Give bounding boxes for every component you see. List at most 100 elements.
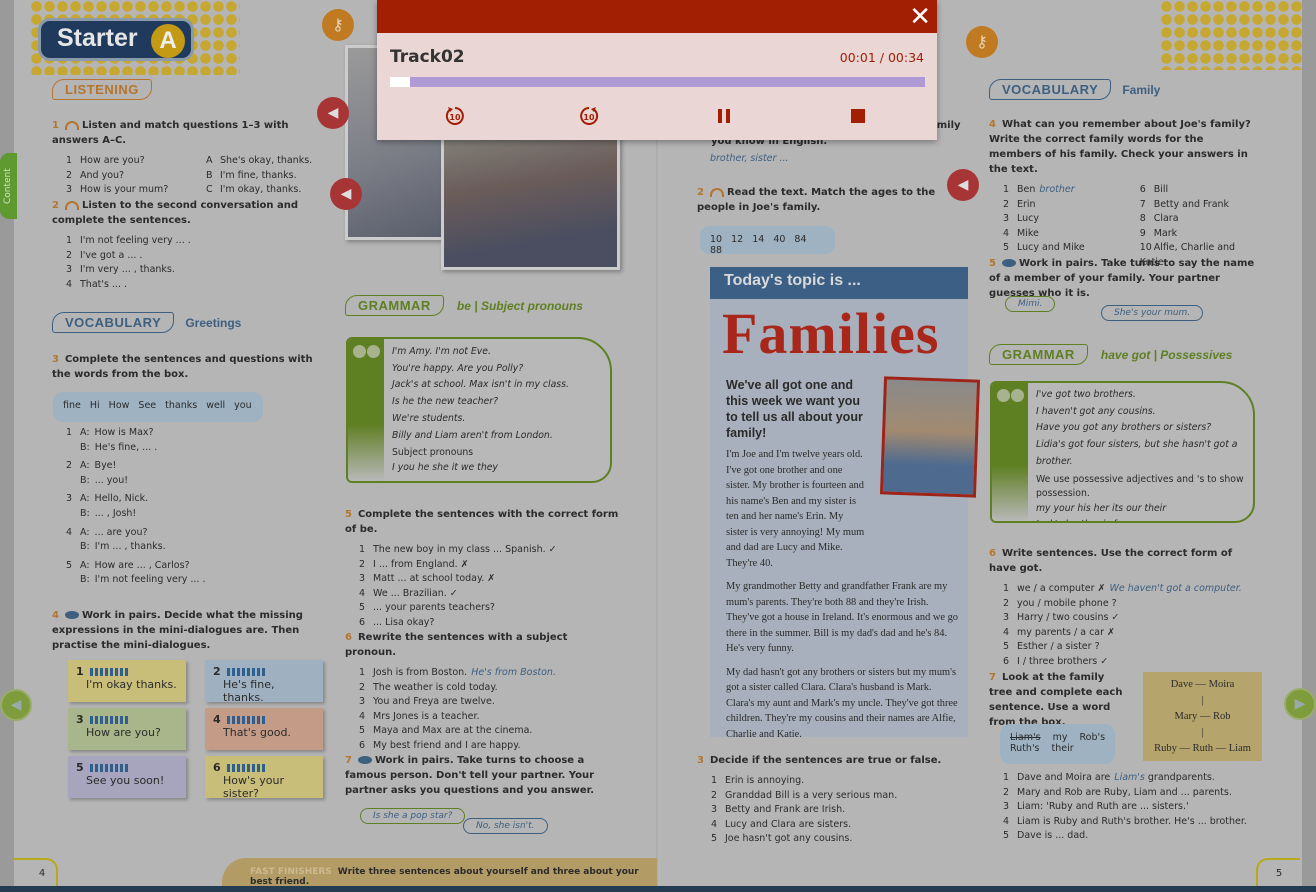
exercise-number: 3 [697,755,704,766]
speaker-label: A: [80,559,90,571]
section-topic: be | Subject pronouns [456,299,583,313]
list-item: 5 ... your parents teachers? [345,601,620,616]
rewind-10-icon[interactable]: 10 [444,105,466,127]
dialogue: 1 A: How is Max? B: He's fine, ... . [52,426,317,455]
stop-icon[interactable] [847,105,869,127]
item-number: 3 [1003,612,1010,624]
answer-key-icon[interactable]: ⚷ [322,9,354,41]
item-text: my parents / a car [1017,626,1105,638]
dialogue-text: He's fine, ... . [94,441,158,453]
list-item: 3 How is your mum? [52,183,192,198]
check-mark: ✗ [487,573,496,585]
list-item: 6 Bill [1126,183,1259,198]
item-text: And you? [80,169,125,181]
speaker-label: B: [80,474,90,486]
play-audio-speaker-icon[interactable]: ◀ [947,169,979,201]
item-text: Lucy [1017,213,1039,225]
speaker-label: B: [80,574,90,586]
item-text: Joe hasn't got any cousins. [725,833,853,845]
item-number: 3 [359,573,366,585]
answer-example: He's from Boston. [471,667,556,678]
exercise: 4 Work in pairs. Decide what the missing … [52,608,324,659]
photo-joe [879,376,981,498]
exercise-title: Listen to the second conversation and co… [52,200,299,226]
answer-example: We haven't got a computer. [1109,583,1242,594]
grammar-example: I'm Amy. I'm not Eve. [392,346,491,357]
item-text: you / mobile phone ? [1017,597,1117,609]
card-number: 2 [213,665,221,678]
item-number: 5 [1003,830,1010,842]
fast-finishers-bar: FAST FINISHERS Write three sentences abou… [222,858,657,888]
dialogue: 2 A: Bye! B: ... you! [52,459,317,488]
speech-bubble: Mimi. [1005,296,1056,312]
card-text: That's good. [223,726,291,739]
grammar-example: Is he the new teacher? [392,396,499,408]
content-tab[interactable]: Content [0,153,17,219]
pause-icon[interactable] [713,105,735,127]
item-text: Josh is from Boston. [373,667,468,678]
card-text: He's fine, thanks. [223,678,275,704]
speech-bubble: She's your mum. [1101,305,1204,321]
answer-example: brother [1039,184,1075,195]
answer-example: Liam's [1114,772,1145,783]
grammar-example: I've got two brothers. [1036,389,1136,400]
exercise-number: 2 [52,200,59,211]
previous-page-button[interactable]: ◀ [0,689,32,721]
exercise-title: Look at the family tree and complete eac… [989,672,1123,728]
item-number: 2 [1003,597,1010,609]
exercise-instruction: 2 Read the text. Match the ages to the pe… [697,185,947,215]
audio-player-header: ✕ [377,0,937,33]
list-item: 4 Mike [989,227,1126,242]
item-text: Liam: 'Ruby and Ruth are ... sisters.' [1017,801,1189,813]
item-number: 4 [1003,227,1010,239]
dialogue-line-a: 2 A: Bye! [52,459,317,474]
answer-key-icon[interactable]: ⚷ [966,26,998,58]
dialogue-line-b: B: I'm not feeling very ... . [52,573,317,588]
article-title: Families [722,301,940,366]
tree-row: Dave — Moira [1170,679,1235,690]
next-page-button[interactable]: ▶ [1284,688,1316,720]
speaker-label: B: [80,441,90,453]
speaker-label: A: [80,427,90,438]
close-icon[interactable]: ✕ [909,2,931,32]
item-text: Dave is ... dad. [1017,830,1089,842]
exercise: 6 Write sentences. Use the correct form o… [989,546,1259,670]
dialogue-text: ... , Josh! [94,507,137,519]
list-item: 2 I've got a ... . [52,249,327,264]
speaker-label: B: [80,541,90,553]
dialogue: 4 A: ... are you? B: I'm ... , thanks. [52,526,317,555]
list-item: 3 Matt ... at school today. ✗ [345,572,620,587]
play-audio-speaker-icon[interactable]: ◀ [317,97,349,129]
section-label: VOCABULARY [989,79,1112,100]
item-number: B [206,169,213,181]
grammar-pronouns: my your his her its our their [1036,502,1167,514]
check-mark: ✓ [1100,655,1109,667]
exercise-number: 4 [989,119,996,130]
word-box: Liam's my Rob's Ruth's their [1000,724,1115,764]
item-text: My best friend and I are happy. [373,739,521,751]
grammar-example: Lidia's got four sisters, but she hasn't… [1036,439,1238,467]
item-number: 1 [66,427,73,438]
speech-bubble: No, she isn't. [463,818,548,834]
list-item: 3 You and Freya are twelve. [345,695,620,710]
list-item: 2 Granddad Bill is a very serious man. [697,789,957,804]
exercise: 7 Work in pairs. Take turns to choose a f… [345,753,620,804]
card-number: 6 [213,761,221,774]
mini-dialogue-card: 4 That's good. [205,708,323,750]
exercise-number: 7 [345,755,352,766]
list-item: 3 I'm very ... , thanks. [52,263,327,278]
grammar-pronouns: I you he she it we they [392,462,498,474]
scribble-hidden-text [89,716,130,724]
item-text: The weather is cold today. [373,681,498,693]
family-tree: Dave — Moira | Mary — Rob | Ruby — Ruth — Li… [1143,672,1262,761]
play-audio-speaker-icon[interactable]: ◀ [330,178,362,210]
item-number: 7 [1139,198,1146,210]
forward-10-icon[interactable]: 10 [578,105,600,127]
list-item: C I'm okay, thanks. [192,183,312,198]
exercise: 3 Complete the sentences and questions wi… [52,352,317,592]
list-item: 6 My best friend and I are happy. [345,739,620,754]
progress-bar[interactable] [390,77,925,87]
list-item: 1 The new boy in my class ... Spanish. ✓ [345,543,620,558]
box-word: Rob's [1079,732,1106,743]
item-number: 4 [66,526,73,538]
